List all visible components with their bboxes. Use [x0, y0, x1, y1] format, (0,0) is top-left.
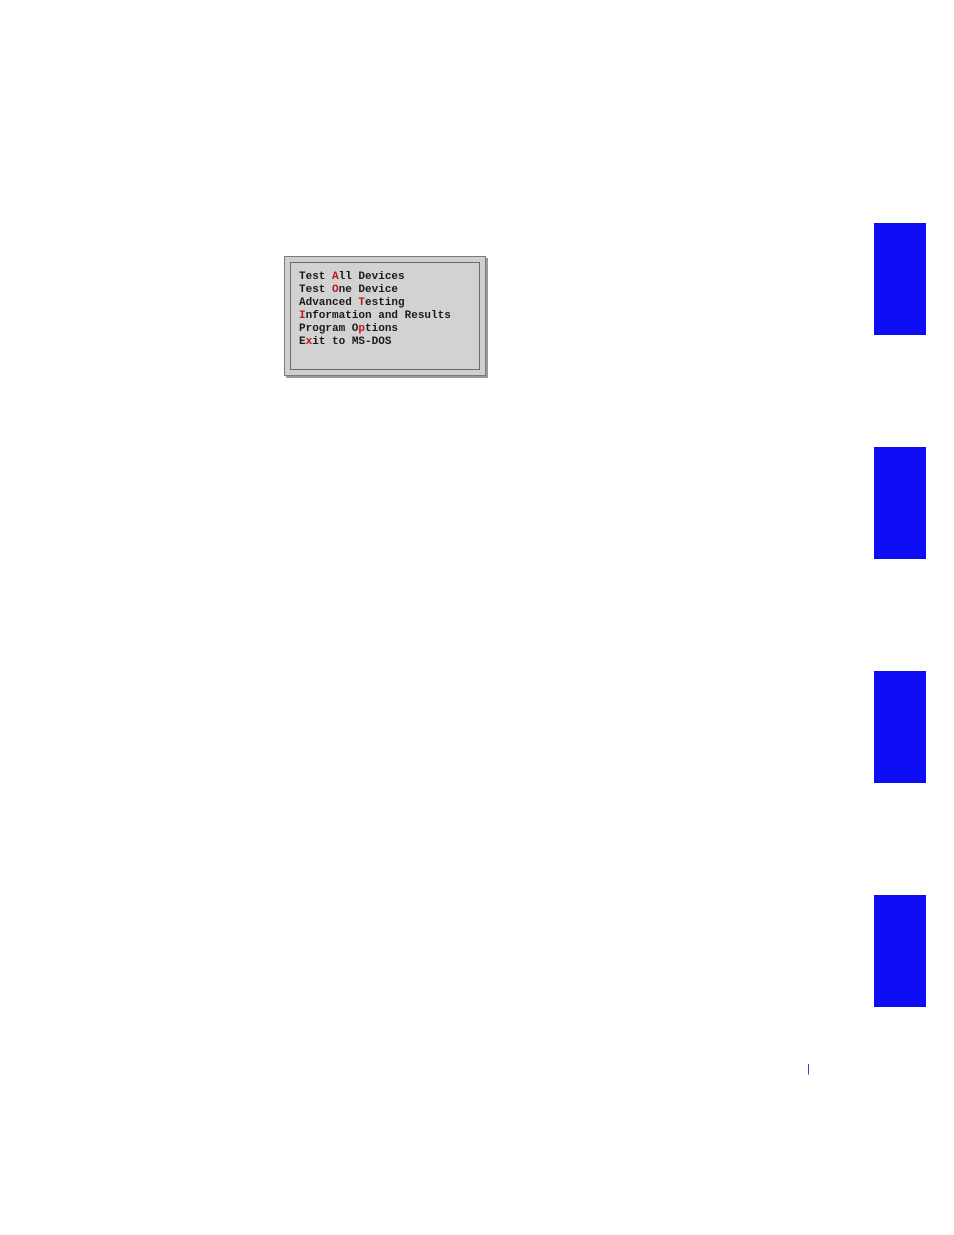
- menu-item-advanced-testing: Advanced Testing: [299, 297, 471, 310]
- menu-hotkey: A: [332, 271, 339, 283]
- menu-text: ll Devices: [339, 271, 405, 283]
- side-tab-1: [874, 223, 926, 335]
- menu-item-information-and-results: Information and Results: [299, 310, 471, 323]
- side-tab-3: [874, 671, 926, 783]
- menu-hotkey: I: [299, 310, 306, 322]
- menu-text: Test: [299, 284, 332, 296]
- menu-text: tions: [365, 323, 398, 335]
- menu-text: esting: [365, 297, 405, 309]
- menu-text: Advanced: [299, 297, 358, 309]
- menu-text: ne Device: [339, 284, 398, 296]
- footer-separator: |: [803, 1063, 814, 1075]
- menu-item-test-all-devices: Test All Devices: [299, 271, 471, 284]
- side-tab-2: [874, 447, 926, 559]
- diagnostics-menu-screenshot: Test All Devices Test One Device Advance…: [284, 256, 486, 376]
- menu-text: E: [299, 336, 306, 348]
- menu-text: it to MS-DOS: [312, 336, 391, 348]
- page-footer: |: [803, 1063, 814, 1075]
- side-tab-4: [874, 895, 926, 1007]
- menu-item-exit-to-msdos: Exit to MS-DOS: [299, 336, 471, 349]
- menu-text: Program O: [299, 323, 358, 335]
- diagnostics-menu-panel: Test All Devices Test One Device Advance…: [290, 262, 480, 370]
- menu-hotkey: O: [332, 284, 339, 296]
- menu-item-test-one-device: Test One Device: [299, 284, 471, 297]
- menu-item-program-options: Program Options: [299, 323, 471, 336]
- menu-text: nformation and Results: [306, 310, 451, 322]
- menu-text: Test: [299, 271, 332, 283]
